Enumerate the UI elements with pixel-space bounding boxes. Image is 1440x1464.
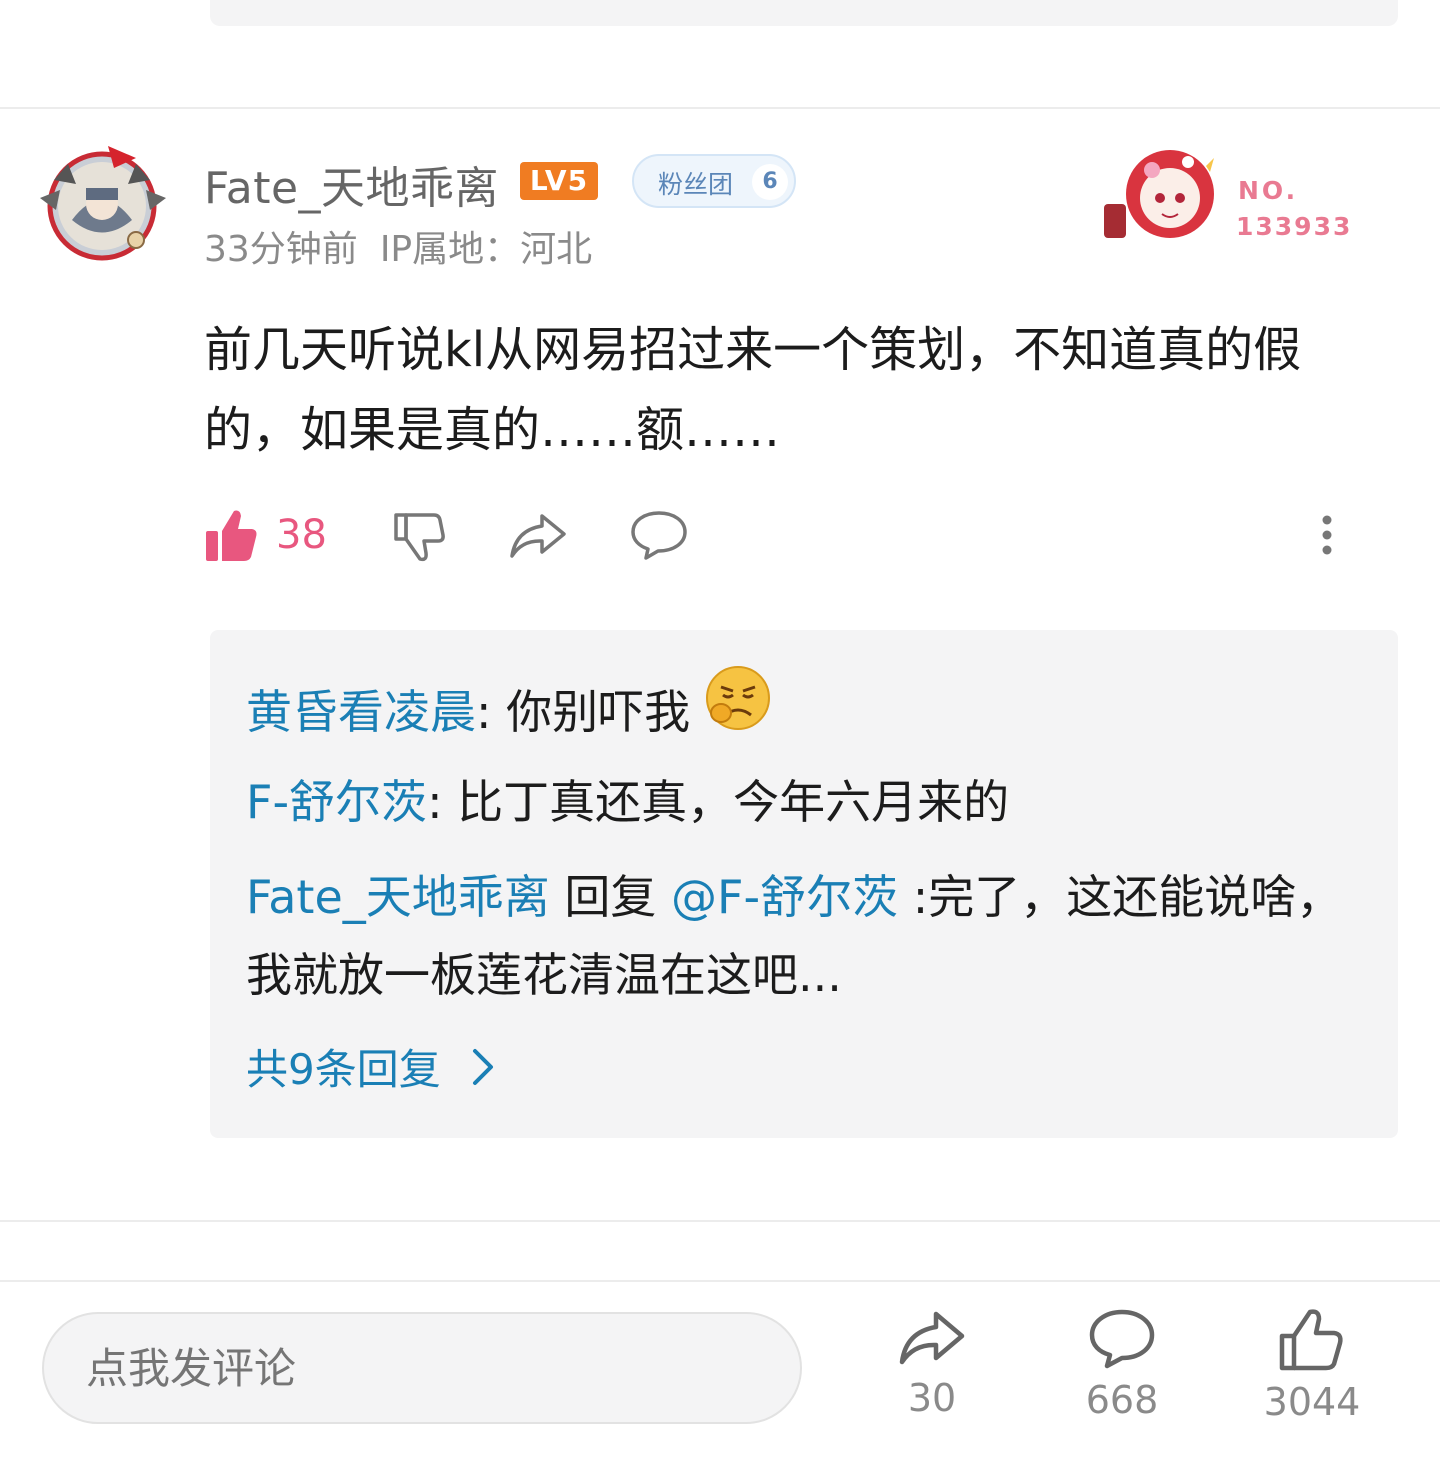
reply-author[interactable]: F-舒尔茨 — [246, 775, 427, 829]
share-post-button[interactable]: 30 — [862, 1308, 1002, 1438]
reply-button[interactable] — [630, 500, 688, 570]
reply-item[interactable]: 黄昏看凌晨: 你别吓我 — [246, 665, 1356, 755]
reply-item[interactable]: F-舒尔茨: 比丁真还真，今年六月来的 — [246, 762, 1356, 842]
fans-club-label: 粉丝团 — [658, 170, 734, 199]
level-badge: LV5 — [520, 162, 598, 200]
like-post-button[interactable]: 3044 — [1242, 1308, 1382, 1438]
reply-text: : 比丁真还真，今年六月来的 — [427, 775, 1010, 829]
reply-word: 回复 — [549, 870, 672, 924]
comment-bubble-icon — [631, 511, 687, 560]
comment-input[interactable] — [42, 1312, 802, 1424]
comment-divider — [0, 107, 1440, 109]
bottom-action-bar: 30 668 3044 — [0, 1280, 1440, 1464]
comment-bubble-icon — [1089, 1309, 1155, 1369]
fans-club-badge[interactable]: 粉丝团 6 — [632, 154, 796, 208]
previous-reply-box — [210, 0, 1398, 26]
chevron-right-icon — [472, 1048, 493, 1085]
reply-text: : 你别吓我 — [476, 685, 691, 739]
comment-content: 前几天听说kl从网易招过来一个策划，不知道真的假的，如果是真的……额…… — [204, 322, 1302, 458]
reply-item[interactable]: Fate_天地乖离 回复 @F-舒尔茨 :完了，这还能说啥，我就放一板莲花清温在… — [246, 858, 1356, 1014]
ip-location: IP属地：河北 — [379, 229, 593, 270]
comment-divider — [0, 1220, 1440, 1222]
like-count: 38 — [276, 512, 327, 558]
share-arrow-icon — [510, 514, 566, 558]
fan-card-decoration-icon[interactable] — [1096, 136, 1226, 246]
reply-author[interactable]: 黄昏看凌晨 — [246, 685, 476, 739]
view-all-replies-label: 共9条回复 — [246, 1045, 441, 1094]
post-like-count: 3044 — [1263, 1380, 1361, 1424]
more-vertical-icon — [1322, 515, 1332, 555]
reply-mention[interactable]: @F-舒尔茨 — [671, 870, 898, 924]
thumbs-down-icon — [394, 513, 445, 562]
dislike-button[interactable] — [392, 500, 446, 570]
share-button[interactable] — [508, 500, 568, 570]
comment-username[interactable]: Fate_天地乖离 — [204, 152, 499, 216]
comment-time: 33分钟前 — [204, 229, 358, 270]
share-arrow-icon — [899, 1311, 965, 1365]
comment-count: 668 — [1085, 1378, 1159, 1422]
comments-button[interactable]: 668 — [1052, 1308, 1192, 1438]
view-all-replies-link[interactable]: 共9条回复 — [246, 1036, 503, 1097]
more-options-button[interactable] — [1312, 500, 1342, 570]
comment-actions: 38 — [0, 500, 1440, 570]
frowning-face-emoji — [705, 665, 771, 755]
share-count: 30 — [907, 1376, 957, 1420]
reply-author[interactable]: Fate_天地乖离 — [246, 870, 550, 924]
thumbs-up-icon — [1279, 1309, 1343, 1371]
fan-card-no-label: NO. — [1238, 176, 1299, 205]
thumbs-up-filled-icon — [206, 510, 257, 561]
like-button[interactable]: 38 — [204, 500, 327, 570]
fans-club-level: 6 — [752, 164, 788, 200]
comment-meta: 33分钟前 IP属地：河北 — [204, 220, 592, 272]
fan-card-number: 133933 — [1236, 212, 1353, 241]
user-avatar[interactable] — [38, 140, 168, 266]
